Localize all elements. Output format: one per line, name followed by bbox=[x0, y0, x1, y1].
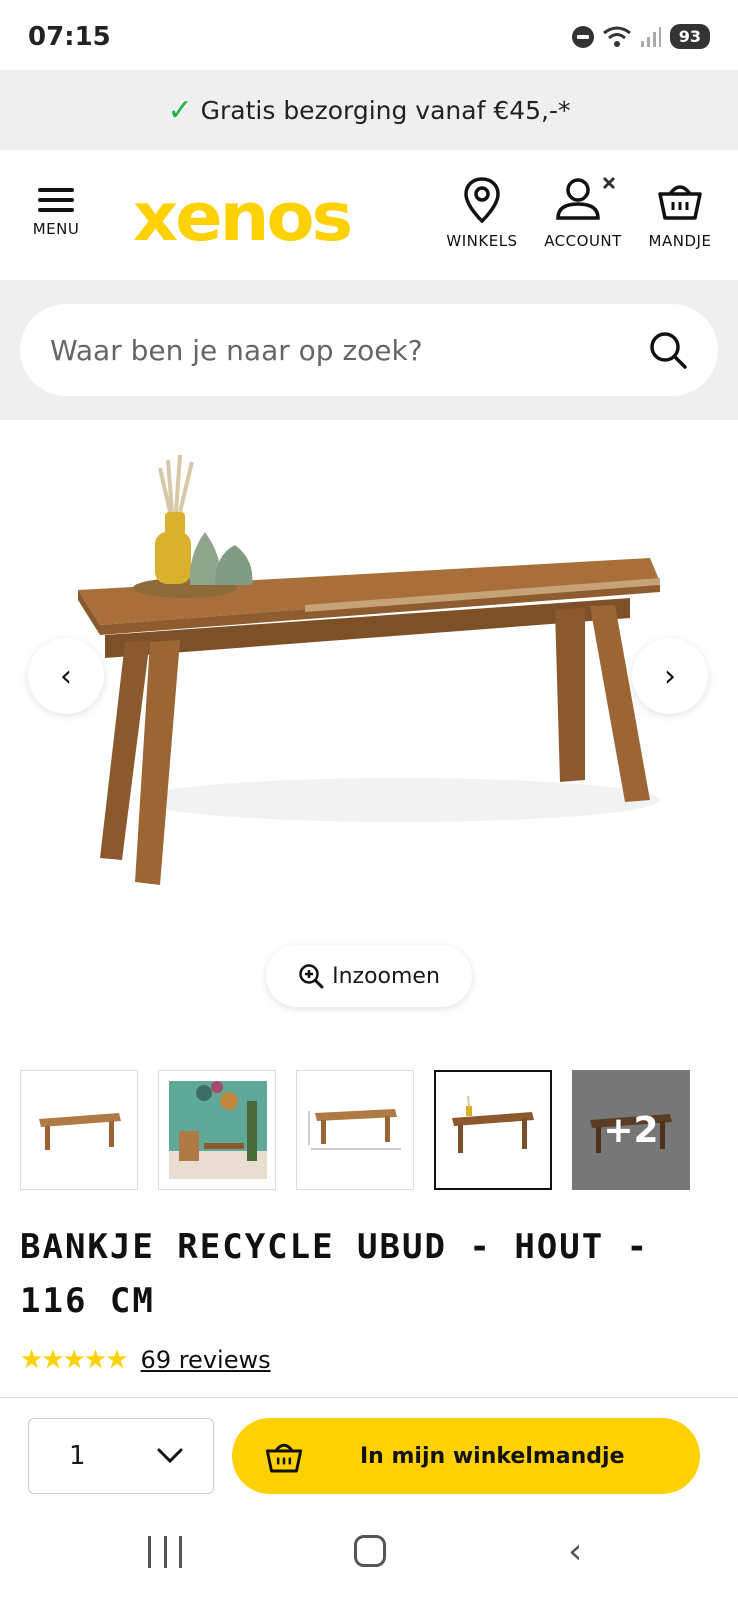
product-rating: ★★★★★ 69 reviews bbox=[20, 1345, 271, 1375]
site-header: MENU xenos WINKELS ACCOUNT MANDJE bbox=[0, 150, 738, 280]
search-input[interactable]: Waar ben je naar op zoek? bbox=[20, 304, 718, 396]
home-icon[interactable] bbox=[354, 1535, 386, 1567]
thumbnail-2[interactable] bbox=[158, 1070, 276, 1190]
chevron-right-icon: › bbox=[664, 658, 676, 694]
more-images-count: +2 bbox=[603, 1109, 659, 1151]
add-to-cart-button[interactable]: In mijn winkelmandje bbox=[232, 1418, 700, 1494]
product-gallery: ‹ › Inzoomen bbox=[0, 420, 738, 1020]
stores-button[interactable]: WINKELS bbox=[440, 176, 524, 250]
status-icons: 93 bbox=[571, 24, 710, 49]
thumbnail-more[interactable]: +2 bbox=[572, 1070, 690, 1190]
signal-icon bbox=[640, 26, 661, 47]
add-to-cart-bar: 1 In mijn winkelmandje bbox=[0, 1397, 738, 1509]
stores-label: WINKELS bbox=[446, 232, 518, 250]
star-rating-icon: ★★★★★ bbox=[20, 1345, 129, 1375]
thumbnail-3[interactable] bbox=[296, 1070, 414, 1190]
basket-icon bbox=[658, 185, 702, 220]
thumbnail-strip: +2 bbox=[20, 1070, 690, 1190]
battery-icon: 93 bbox=[669, 24, 710, 49]
zoom-button[interactable]: Inzoomen bbox=[266, 945, 472, 1007]
search-area: Waar ben je naar op zoek? bbox=[0, 280, 738, 420]
zoom-label: Inzoomen bbox=[332, 963, 440, 989]
recent-apps-icon[interactable] bbox=[148, 1536, 182, 1568]
status-time: 07:15 bbox=[28, 22, 111, 52]
cart-button[interactable]: MANDJE bbox=[640, 176, 720, 250]
promo-banner: ✓ Gratis bezorging vanaf €45,-* bbox=[0, 70, 738, 150]
chevron-left-icon: ‹ bbox=[60, 658, 72, 694]
xenos-logo[interactable]: xenos bbox=[133, 184, 353, 251]
account-label: ACCOUNT bbox=[544, 232, 622, 250]
thumbnail-4[interactable] bbox=[434, 1070, 552, 1190]
do-not-disturb-icon bbox=[571, 25, 594, 48]
previous-image-button[interactable]: ‹ bbox=[28, 638, 104, 714]
wifi-icon bbox=[602, 26, 631, 47]
search-icon[interactable] bbox=[648, 330, 688, 370]
zoom-in-icon bbox=[299, 964, 324, 989]
hamburger-icon bbox=[26, 188, 86, 212]
product-title: BANKJE RECYCLE UBUD - HOUT - 116 CM bbox=[20, 1227, 650, 1321]
status-bar: 07:15 93 bbox=[0, 0, 738, 70]
system-navigation-bar: ‹ bbox=[0, 1509, 738, 1600]
back-icon[interactable]: ‹ bbox=[568, 1531, 582, 1572]
search-placeholder: Waar ben je naar op zoek? bbox=[50, 333, 423, 367]
thumbnail-1[interactable] bbox=[20, 1070, 138, 1190]
quantity-select[interactable]: 1 bbox=[28, 1418, 214, 1494]
basket-icon bbox=[265, 1443, 303, 1473]
account-icon bbox=[556, 176, 616, 220]
reviews-link[interactable]: 69 reviews bbox=[141, 1346, 271, 1374]
cart-label: MANDJE bbox=[648, 232, 712, 250]
location-pin-icon bbox=[464, 177, 500, 224]
promo-text: Gratis bezorging vanaf €45,-* bbox=[200, 95, 571, 125]
chevron-down-icon bbox=[157, 1448, 183, 1464]
menu-button[interactable]: MENU bbox=[26, 182, 86, 238]
add-to-cart-label: In mijn winkelmandje bbox=[360, 1443, 625, 1469]
next-image-button[interactable]: › bbox=[632, 638, 708, 714]
menu-label: MENU bbox=[32, 220, 80, 238]
check-icon: ✓ bbox=[167, 92, 193, 128]
account-button[interactable]: ACCOUNT bbox=[538, 176, 628, 250]
product-image[interactable] bbox=[0, 420, 738, 920]
quantity-value: 1 bbox=[69, 1441, 86, 1471]
